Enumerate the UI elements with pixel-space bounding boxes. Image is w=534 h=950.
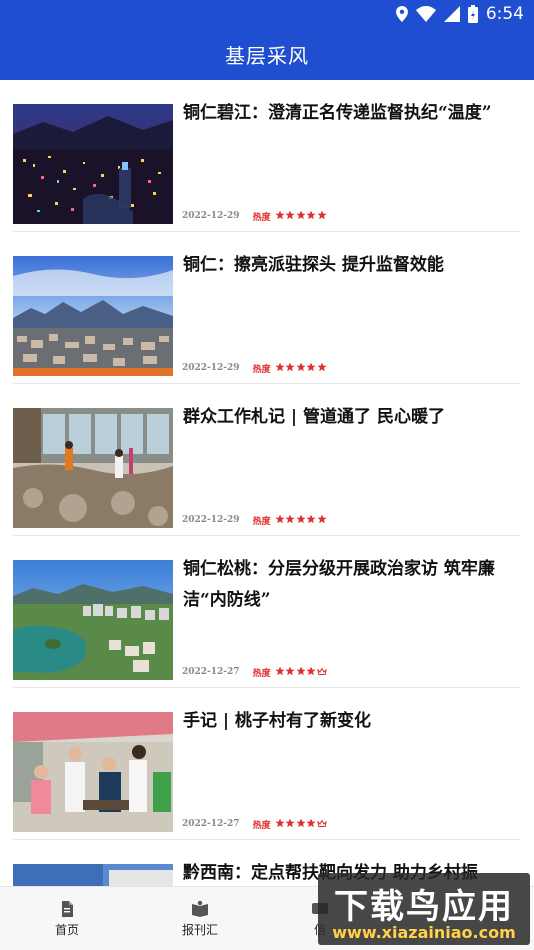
status-icons: 6:54 (395, 4, 524, 24)
star-filled-icon (285, 210, 295, 220)
star-filled-icon (275, 514, 285, 524)
star-filled-icon (275, 666, 285, 676)
watermark-logo: 下载鸟应用 www.xiazainiao.com (318, 873, 530, 945)
heat-rating (275, 207, 328, 225)
article-thumbnail[interactable] (13, 408, 173, 528)
article-date: 2022-12-29 (182, 363, 240, 373)
star-filled-icon (285, 666, 295, 676)
status-time: 6:54 (485, 4, 524, 24)
heat-label: 热度 (252, 516, 271, 527)
tab-label: 报刊汇 (181, 923, 218, 937)
star-filled-icon (296, 210, 306, 220)
article-item[interactable]: 铜仁松桃：分层分级开展政治家访 筑牢廉洁“内防线” 2022-12-27 热度 (13, 536, 520, 688)
page-title: 基层采风 (225, 43, 309, 68)
tab-label: 首页 (54, 923, 79, 937)
article-item[interactable]: 手记 | 桃子村有了新变化 2022-12-27 热度 (13, 688, 520, 840)
article-headline[interactable]: 铜仁碧江：澄清正名传递监督执纪“温度” (183, 98, 518, 129)
star-filled-icon (306, 666, 316, 676)
star-empty-icon (316, 666, 327, 676)
article-thumbnail[interactable] (13, 864, 173, 886)
article-thumbnail[interactable] (13, 560, 173, 680)
heat-label: 热度 (252, 668, 271, 679)
article-thumbnail[interactable] (13, 256, 173, 376)
tab-home[interactable]: 首页 (12, 887, 122, 950)
star-filled-icon (306, 362, 316, 372)
article-meta: 2022-12-27 热度 (182, 665, 327, 679)
article-item[interactable]: 铜仁碧江：澄清正名传递监督执纪“温度” 2022-12-29 热度 (13, 80, 520, 232)
star-empty-icon (316, 818, 327, 828)
watermark-url: www.xiazainiao.com (332, 923, 516, 942)
heat-rating (275, 359, 328, 377)
article-thumbnail[interactable] (13, 104, 173, 224)
signal-icon (443, 6, 460, 22)
night-city-image (13, 104, 173, 224)
article-headline[interactable]: 铜仁松桃：分层分级开展政治家访 筑牢廉洁“内防线” (183, 554, 518, 616)
book-icon (192, 900, 208, 917)
building-image (13, 864, 173, 886)
heat-rating (275, 663, 328, 681)
article-headline[interactable]: 手记 | 桃子村有了新变化 (183, 706, 518, 737)
heat-rating (275, 511, 328, 529)
star-filled-icon (285, 818, 295, 828)
star-filled-icon (317, 362, 327, 372)
heat-label: 热度 (252, 364, 271, 375)
star-filled-icon (317, 514, 327, 524)
star-filled-icon (275, 362, 285, 372)
star-filled-icon (285, 362, 295, 372)
star-filled-icon (317, 210, 327, 220)
article-meta: 2022-12-29 热度 (182, 513, 327, 527)
star-filled-icon (296, 666, 306, 676)
article-date: 2022-12-27 (182, 819, 240, 829)
app-header: 基层采风 (0, 28, 534, 80)
star-filled-icon (306, 818, 316, 828)
article-thumbnail[interactable] (13, 712, 173, 832)
tab-newspapers[interactable]: 报刊汇 (145, 887, 255, 950)
lake-town-image (13, 560, 173, 680)
article-item[interactable]: 群众工作札记 | 管道通了 民心暖了 2022-12-29 热度 (13, 384, 520, 536)
article-headline[interactable]: 铜仁：擦亮派驻探头 提升监督效能 (183, 250, 518, 281)
status-bar: 6:54 (0, 0, 534, 28)
wifi-icon (415, 6, 436, 22)
star-filled-icon (306, 514, 316, 524)
article-feed[interactable]: 铜仁碧江：澄清正名传递监督执纪“温度” 2022-12-29 热度 铜仁：擦亮派… (0, 80, 534, 886)
article-meta: 2022-12-29 热度 (182, 361, 327, 375)
article-item[interactable]: 铜仁：擦亮派驻探头 提升监督效能 2022-12-29 热度 (13, 232, 520, 384)
star-filled-icon (296, 514, 306, 524)
star-filled-icon (275, 818, 285, 828)
star-filled-icon (306, 210, 316, 220)
heat-label: 热度 (252, 820, 271, 831)
mountain-city-image (13, 256, 173, 376)
location-icon (395, 6, 408, 22)
star-filled-icon (275, 210, 285, 220)
article-meta: 2022-12-29 热度 (182, 209, 327, 223)
article-date: 2022-12-27 (182, 667, 240, 677)
construction-site-image (13, 408, 173, 528)
star-filled-icon (296, 818, 306, 828)
document-icon (62, 901, 73, 917)
watermark-title: 下载鸟应用 (334, 887, 514, 927)
article-date: 2022-12-29 (182, 515, 240, 525)
star-filled-icon (285, 514, 295, 524)
article-headline[interactable]: 群众工作札记 | 管道通了 民心暖了 (183, 402, 518, 433)
heat-label: 热度 (252, 212, 271, 223)
star-filled-icon (296, 362, 306, 372)
heat-rating (275, 815, 328, 833)
village-visit-image (13, 712, 173, 832)
article-date: 2022-12-29 (182, 211, 240, 221)
article-meta: 2022-12-27 热度 (182, 817, 327, 831)
battery-icon (467, 5, 478, 23)
